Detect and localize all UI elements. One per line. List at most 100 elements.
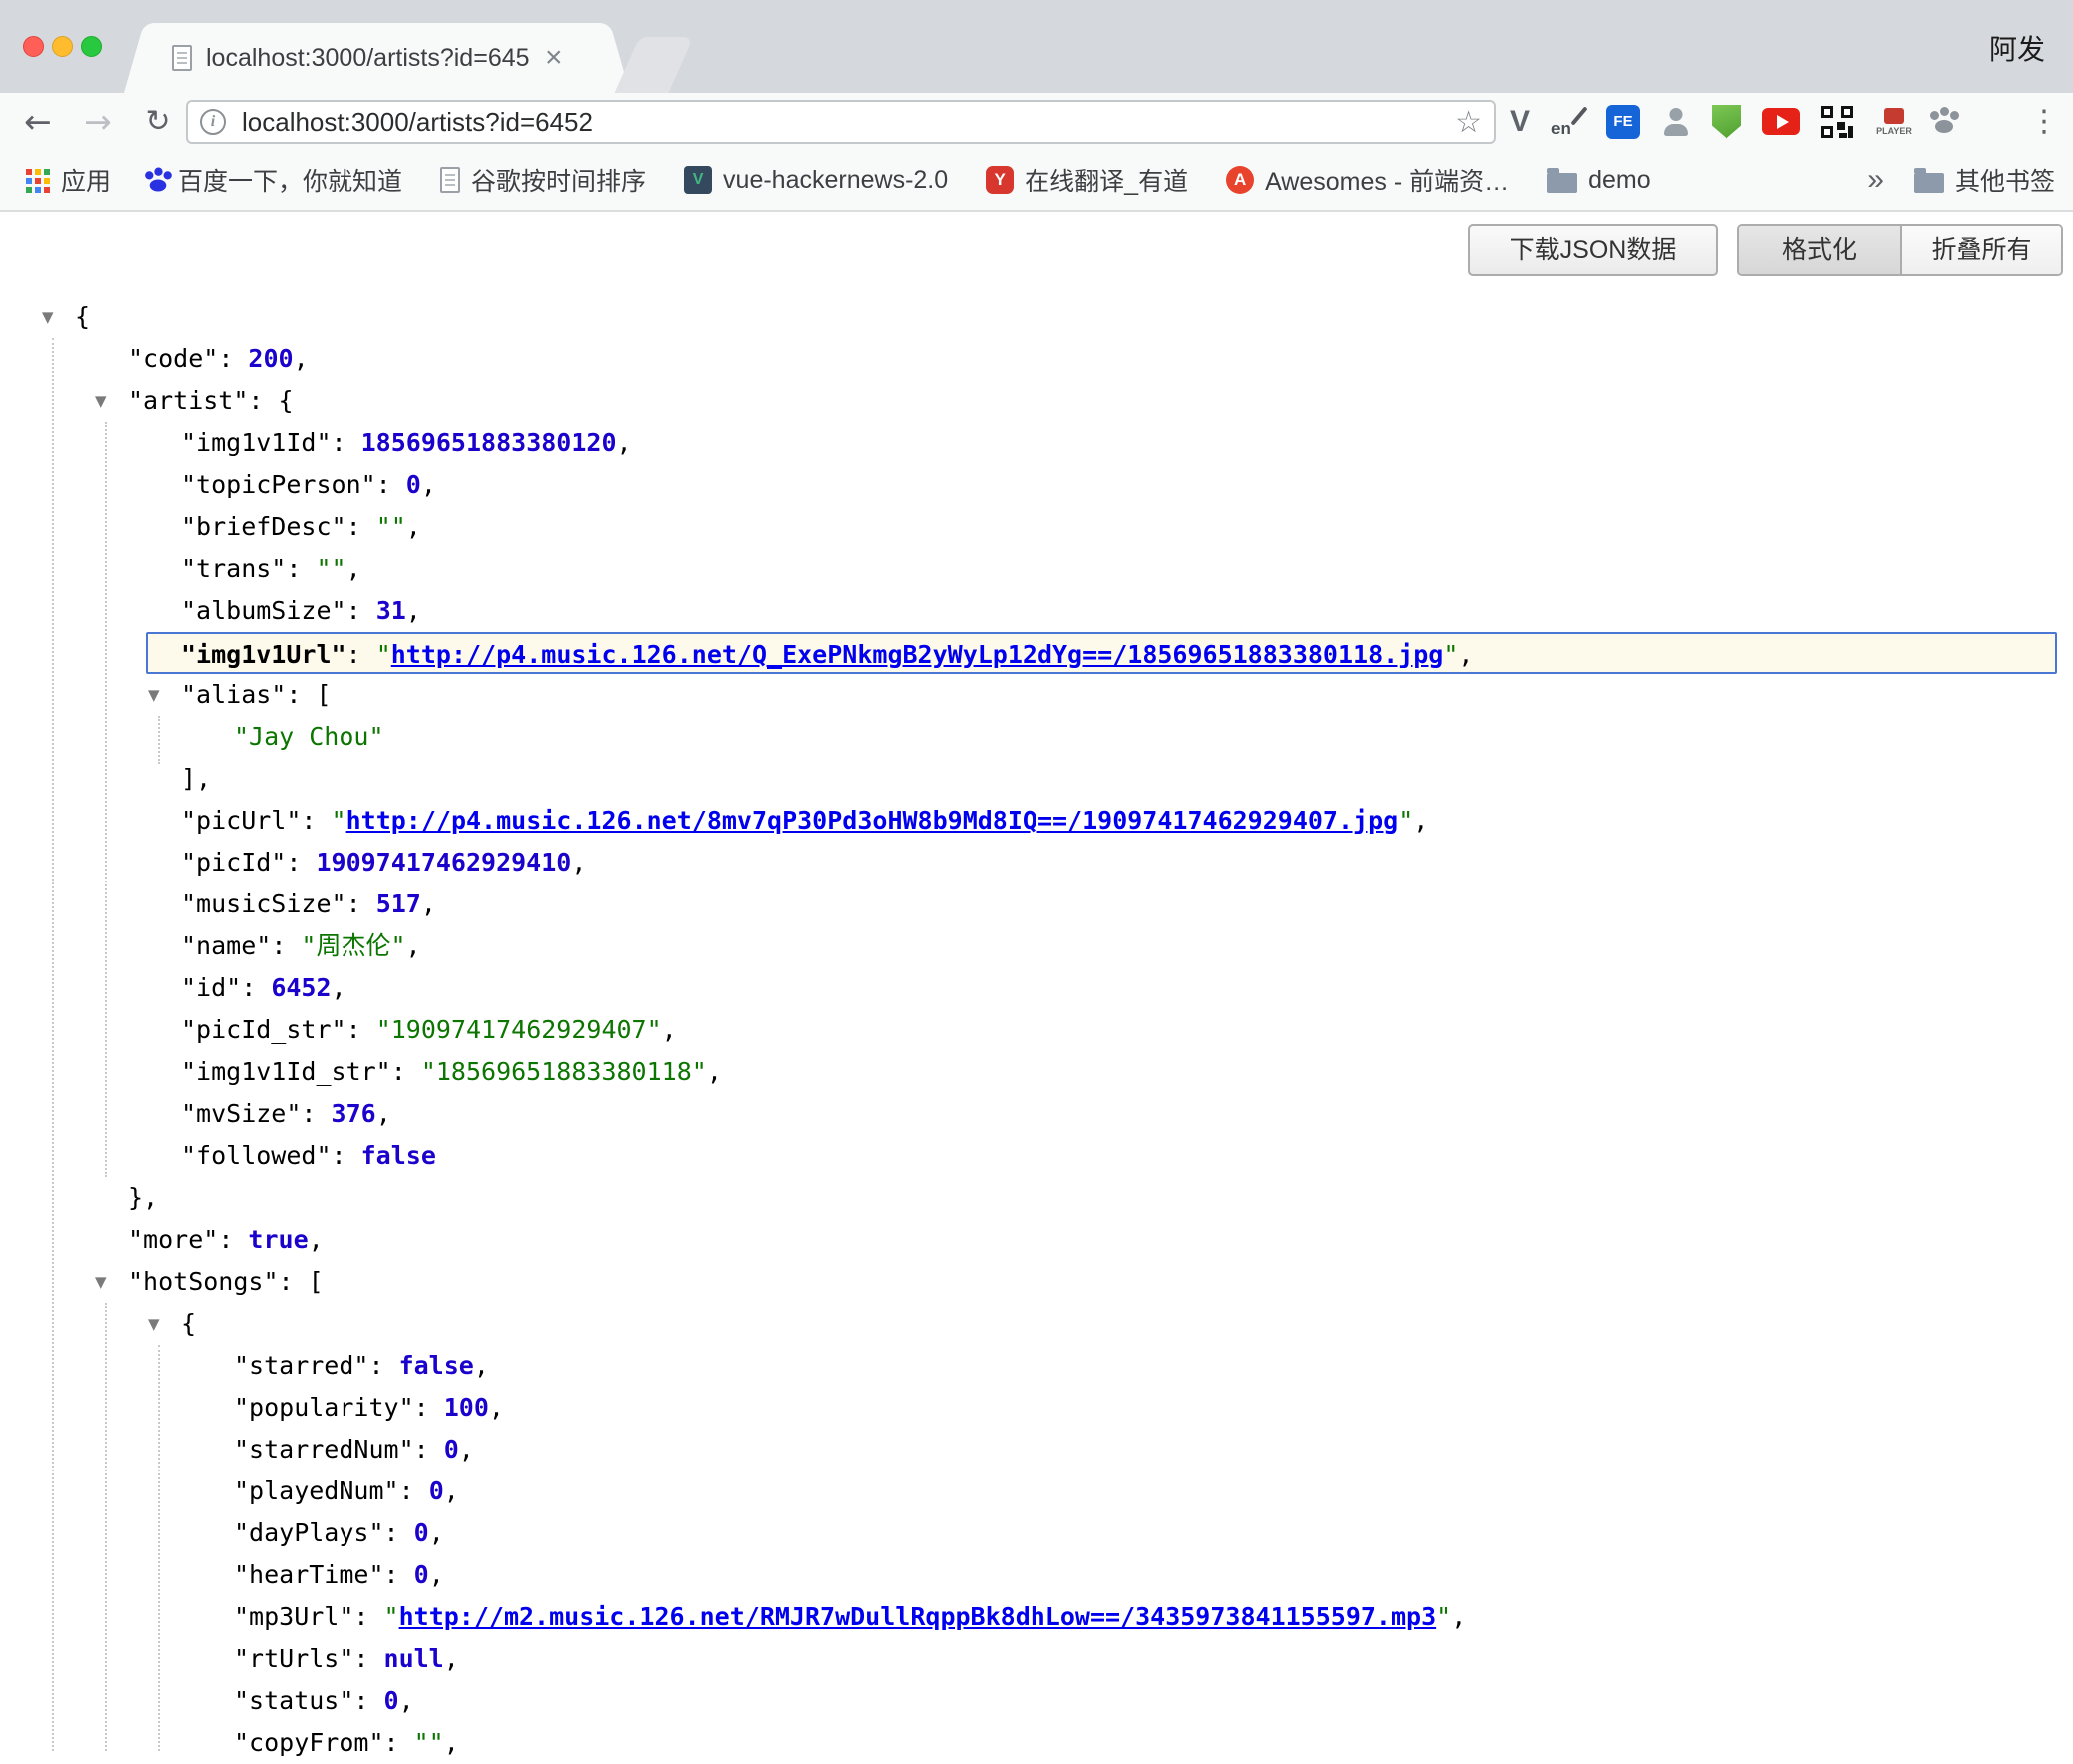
json-line[interactable]: ▼{ — [0, 1303, 2073, 1345]
baidu-icon — [150, 179, 167, 191]
forward-button: → — [72, 93, 124, 150]
json-punct: , — [421, 889, 436, 918]
json-punct: : — [286, 848, 316, 877]
json-line[interactable]: "mvSize": 376, — [0, 1093, 2073, 1135]
bookmark-item[interactable]: 谷歌按时间排序 — [440, 162, 646, 198]
json-link[interactable]: http://p4.music.126.net/Q_ExePNkmgB2yWyL… — [391, 640, 1444, 669]
json-line[interactable]: "dayPlays": 0, — [0, 1512, 2073, 1554]
reload-button[interactable]: ↻ — [132, 93, 184, 150]
json-line[interactable]: "topicPerson": 0, — [0, 464, 2073, 506]
active-tab[interactable]: localhost:3000/artists?id=645 × — [150, 23, 604, 93]
youtube-icon[interactable] — [1762, 108, 1800, 135]
json-punct: : — [279, 1267, 309, 1296]
bookmarks-overflow-icon[interactable]: » — [1867, 163, 1884, 197]
json-line[interactable]: "picId": 19097417462929410, — [0, 842, 2073, 883]
json-line[interactable]: ▼"alias": [ — [0, 674, 2073, 716]
json-line[interactable]: "status": 0, — [0, 1680, 2073, 1722]
json-line[interactable]: }, — [0, 1177, 2073, 1219]
json-line[interactable]: "Jay Chou" — [0, 716, 2073, 758]
adguard-shield-icon[interactable] — [1712, 105, 1741, 139]
bookmark-item[interactable]: demo — [1547, 166, 1651, 195]
json-line[interactable]: "starred": false, — [0, 1345, 2073, 1387]
fehelper-icon[interactable]: FE — [1606, 105, 1640, 139]
json-line-selected[interactable]: "img1v1Url": "http://p4.music.126.net/Q_… — [146, 632, 2057, 674]
url-text[interactable]: localhost:3000/artists?id=6452 — [242, 107, 1455, 138]
qrcode-icon[interactable] — [1821, 106, 1853, 138]
json-punct: : — [332, 428, 361, 457]
json-punct: : — [248, 386, 278, 415]
collapse-toggle-icon[interactable]: ▼ — [95, 380, 107, 422]
other-bookmarks-folder[interactable]: 其他书签 — [1914, 162, 2055, 198]
json-string: "Jay Chou" — [234, 722, 384, 751]
json-line[interactable]: "briefDesc": "", — [0, 506, 2073, 548]
json-link[interactable]: http://m2.music.126.net/RMJR7wDullRqppBk… — [399, 1602, 1437, 1631]
json-line[interactable]: "img1v1Id_str": "18569651883380118", — [0, 1051, 2073, 1093]
json-line[interactable]: "mp3Url": "http://m2.music.126.net/RMJR7… — [0, 1596, 2073, 1638]
tab-close-icon[interactable]: × — [545, 43, 563, 73]
json-line[interactable]: "musicSize": 517, — [0, 883, 2073, 925]
json-line[interactable]: ▼{ — [0, 296, 2073, 338]
json-line[interactable]: "picId_str": "19097417462929407", — [0, 1009, 2073, 1051]
json-line[interactable]: ▼"hotSongs": [ — [0, 1261, 2073, 1303]
collapse-toggle-icon[interactable]: ▼ — [148, 1303, 160, 1345]
collapse-all-button[interactable]: 折叠所有 — [1900, 226, 2061, 274]
download-json-button[interactable]: 下载JSON数据 — [1468, 224, 1718, 276]
json-number: 517 — [376, 889, 421, 918]
json-key: "img1v1Url" — [181, 640, 346, 669]
json-line[interactable]: "trans": "", — [0, 548, 2073, 590]
json-punct: , — [444, 1728, 459, 1757]
json-line[interactable]: "picUrl": "http://p4.music.126.net/8mv7q… — [0, 800, 2073, 842]
json-key: "albumSize" — [181, 596, 346, 625]
json-punct: : — [353, 1602, 383, 1631]
player-icon[interactable]: PLAYER — [1874, 108, 1914, 136]
json-line[interactable]: ▼"artist": { — [0, 380, 2073, 422]
json-punct: : — [346, 512, 376, 541]
bookmark-item[interactable]: 应用 — [24, 162, 111, 198]
window-minimize-button[interactable] — [52, 36, 73, 57]
json-null: null — [384, 1644, 444, 1673]
translate-pen-icon[interactable]: en — [1551, 105, 1585, 139]
json-line[interactable]: "followed": false — [0, 1135, 2073, 1177]
json-number: 18569651883380120 — [361, 428, 617, 457]
json-key: "followed" — [181, 1141, 332, 1170]
json-link[interactable]: http://p4.music.126.net/8mv7qP30Pd3oHW8b… — [346, 806, 1399, 835]
json-line[interactable]: ], — [0, 758, 2073, 800]
json-line[interactable]: "code": 200, — [0, 338, 2073, 380]
json-line[interactable]: "albumSize": 31, — [0, 590, 2073, 632]
json-line[interactable]: "copyFrom": "", — [0, 1722, 2073, 1764]
page-content: 下载JSON数据 格式化 折叠所有 ▼{"code": 200,▼"artist… — [0, 212, 2073, 1751]
bookmark-item[interactable]: Y在线翻译_有道 — [986, 162, 1188, 198]
bookmark-item[interactable]: Vvue-hackernews-2.0 — [684, 166, 948, 195]
back-button[interactable]: ← — [12, 93, 64, 150]
paw-icon[interactable] — [1935, 120, 1953, 133]
json-line[interactable]: "rtUrls": null, — [0, 1638, 2073, 1680]
json-line[interactable]: "starredNum": 0, — [0, 1429, 2073, 1470]
folder-icon — [1914, 173, 1944, 193]
json-number: 100 — [444, 1393, 489, 1422]
new-tab-button[interactable] — [615, 37, 694, 93]
profile-person-icon[interactable] — [1661, 107, 1691, 137]
address-bar[interactable]: i localhost:3000/artists?id=6452 ☆ — [186, 100, 1496, 144]
json-line[interactable]: "name": "周杰伦", — [0, 925, 2073, 967]
json-line[interactable]: "playedNum": 0, — [0, 1470, 2073, 1512]
window-zoom-button[interactable] — [81, 36, 102, 57]
json-number: 0 — [414, 1518, 429, 1547]
json-line[interactable]: "popularity": 100, — [0, 1387, 2073, 1429]
json-key: "starred" — [234, 1351, 368, 1380]
json-string-quote: " — [1436, 1602, 1451, 1631]
json-line[interactable]: "img1v1Id": 18569651883380120, — [0, 422, 2073, 464]
bookmark-item[interactable]: AAwesomes - 前端资… — [1226, 162, 1509, 198]
collapse-toggle-icon[interactable]: ▼ — [42, 296, 54, 338]
collapse-toggle-icon[interactable]: ▼ — [95, 1261, 107, 1303]
browser-menu-icon[interactable]: ⋮ — [2029, 93, 2059, 150]
collapse-toggle-icon[interactable]: ▼ — [148, 674, 160, 716]
bookmark-star-icon[interactable]: ☆ — [1455, 105, 1482, 140]
json-line[interactable]: "hearTime": 0, — [0, 1554, 2073, 1596]
format-button[interactable]: 格式化 — [1739, 226, 1900, 274]
json-line[interactable]: "more": true, — [0, 1219, 2073, 1261]
window-close-button[interactable] — [23, 36, 44, 57]
json-line[interactable]: "id": 6452, — [0, 967, 2073, 1009]
page-info-icon[interactable]: i — [200, 109, 226, 135]
vimium-icon[interactable]: V — [1510, 105, 1530, 139]
bookmark-item[interactable]: 百度一下，你就知道 — [149, 162, 402, 198]
